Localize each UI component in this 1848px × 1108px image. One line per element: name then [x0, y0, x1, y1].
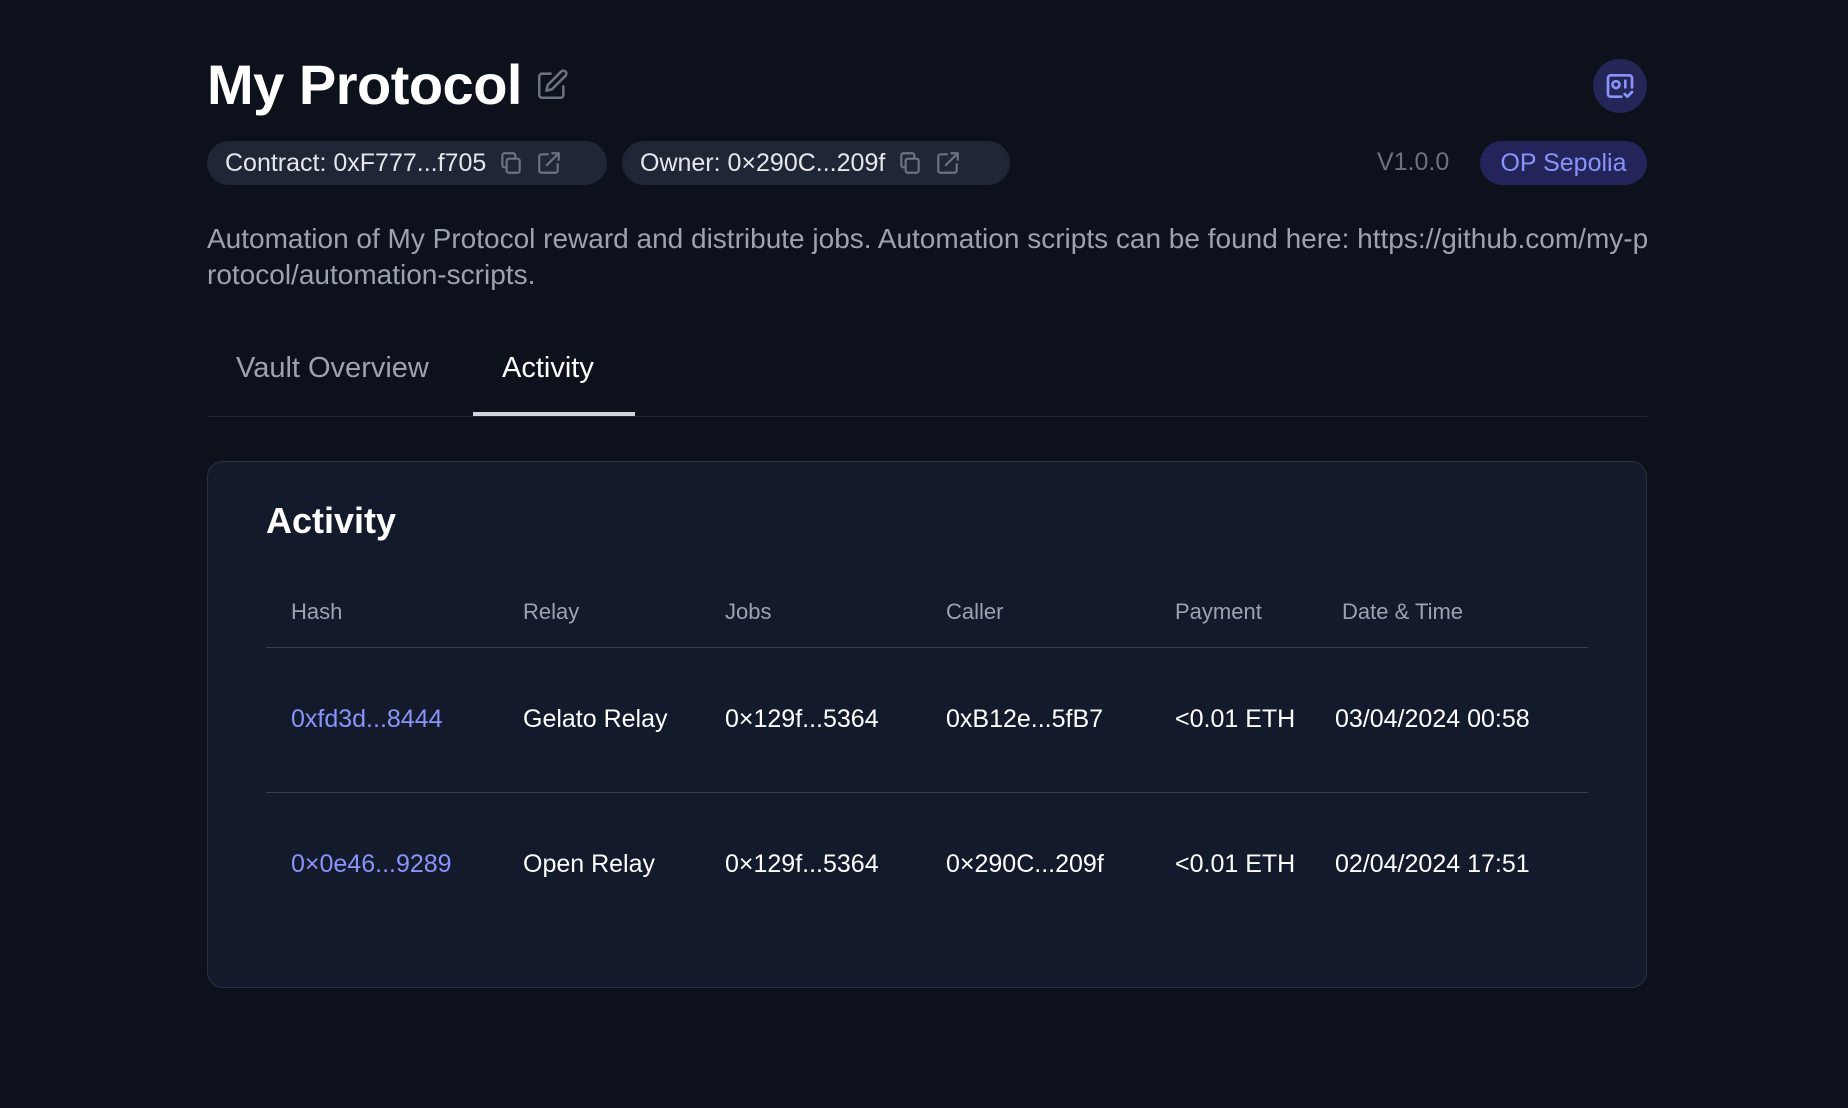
column-header-jobs: Jobs	[725, 599, 772, 624]
header-divider	[266, 647, 1588, 648]
relay-cell: Gelato Relay	[523, 705, 668, 733]
datetime-cell: 03/04/2024 00:58	[1335, 705, 1530, 733]
network-badge: OP Sepolia	[1480, 141, 1647, 185]
payment-cell: <0.01 ETH	[1175, 850, 1296, 878]
tx-hash-link[interactable]: 0xfd3d...8444	[291, 705, 443, 734]
external-link-icon[interactable]	[935, 150, 961, 176]
edit-icon[interactable]	[535, 68, 569, 102]
owner-pill: Owner: 0×290C...209f	[622, 141, 1010, 185]
datetime-cell: 02/04/2024 17:51	[1335, 850, 1530, 878]
copy-icon[interactable]	[498, 150, 524, 176]
column-header-datetime: Date & Time	[1342, 599, 1464, 624]
contract-pill: Contract: 0xF777...f705	[207, 141, 607, 185]
external-link-icon[interactable]	[536, 150, 562, 176]
copy-icon[interactable]	[897, 150, 923, 176]
jobs-cell: 0×129f...5364	[725, 705, 879, 733]
caller-cell: 0×290C...209f	[946, 850, 1104, 878]
caller-cell: 0xB12e...5fB7	[946, 705, 1104, 733]
column-header-hash: Hash	[291, 599, 343, 624]
owner-address: Owner: 0×290C...209f	[640, 148, 886, 177]
vault-button[interactable]	[1593, 59, 1647, 113]
page-title: My Protocol	[207, 53, 522, 116]
payment-cell: <0.01 ETH	[1175, 705, 1296, 733]
tab-activity[interactable]: Activity	[502, 352, 594, 385]
column-header-caller: Caller	[946, 599, 1004, 624]
column-header-relay: Relay	[523, 599, 580, 624]
contract-address: Contract: 0xF777...f705	[225, 148, 487, 177]
jobs-cell: 0×129f...5364	[725, 850, 879, 878]
tabs-divider	[207, 416, 1647, 417]
tx-hash-link[interactable]: 0×0e46...9289	[291, 850, 452, 879]
protocol-description: Automation of My Protocol reward and dis…	[207, 223, 1649, 290]
activity-title: Activity	[266, 500, 397, 541]
column-header-payment: Payment	[1175, 599, 1262, 624]
row-divider	[266, 792, 1588, 793]
vault-check-icon	[1604, 70, 1636, 102]
version-label: V1.0.0	[1377, 148, 1450, 176]
relay-cell: Open Relay	[523, 850, 656, 878]
tab-vault-overview[interactable]: Vault Overview	[236, 352, 429, 385]
